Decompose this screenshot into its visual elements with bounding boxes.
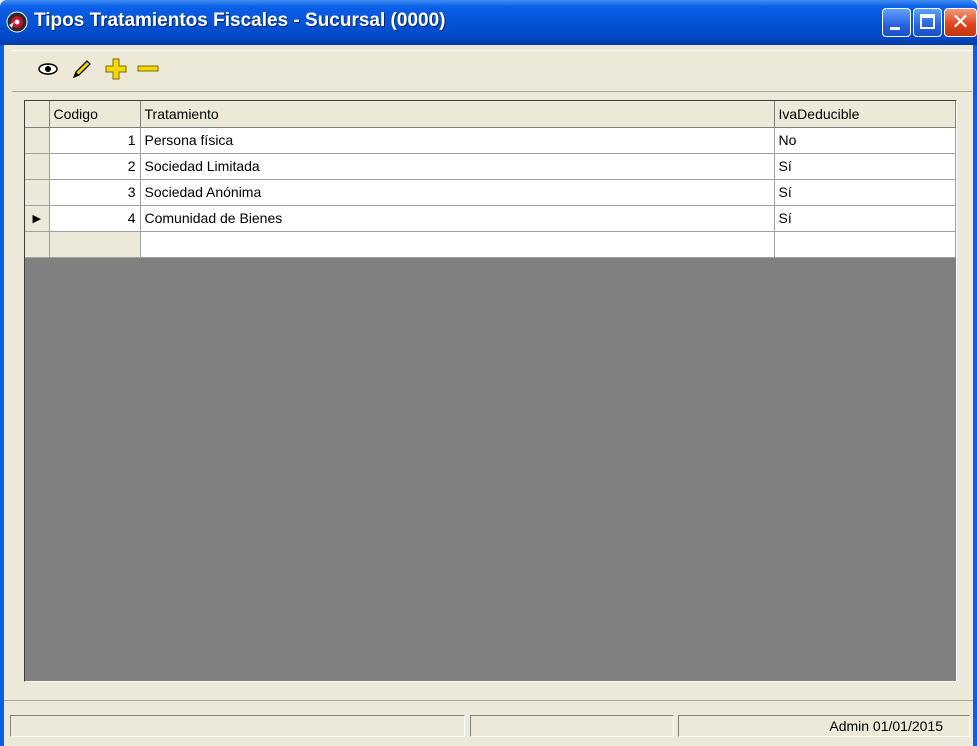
- cell-ivadeducible[interactable]: No: [774, 127, 956, 154]
- main-window: Tipos Tratamientos Fiscales - Sucursal (…: [0, 0, 977, 746]
- window-frame-right: [973, 45, 977, 746]
- close-button[interactable]: ✕: [944, 8, 977, 37]
- status-panel-user-date: Admin 01/01/2015: [678, 715, 970, 737]
- cell-tratamiento[interactable]: Sociedad Anónima: [140, 179, 775, 206]
- current-row-indicator-icon[interactable]: ▶: [25, 205, 50, 232]
- divider: [4, 700, 973, 701]
- maximize-button[interactable]: [913, 8, 942, 37]
- maximize-icon: [920, 14, 935, 29]
- row-indicator[interactable]: [25, 153, 50, 180]
- cell-tratamiento[interactable]: Comunidad de Bienes: [140, 205, 775, 232]
- cell-tratamiento[interactable]: [140, 231, 775, 258]
- window-frame-left: [0, 45, 4, 746]
- row-indicator[interactable]: [25, 127, 50, 154]
- table-row-current[interactable]: ▶ 4 Comunidad de Bienes Sí: [25, 205, 956, 232]
- status-bar: Admin 01/01/2015: [4, 712, 973, 740]
- column-header-tratamiento[interactable]: Tratamiento: [140, 101, 775, 128]
- cell-ivadeducible[interactable]: Sí: [774, 153, 956, 180]
- eye-icon: [38, 63, 58, 75]
- cell-codigo[interactable]: 2: [49, 153, 141, 180]
- close-icon: ✕: [951, 10, 970, 35]
- column-header-ivadeducible[interactable]: IvaDeducible: [774, 101, 956, 128]
- view-button[interactable]: [36, 57, 60, 81]
- cell-codigo[interactable]: 1: [49, 127, 141, 154]
- grid-header-row: Codigo Tratamiento IvaDeducible: [25, 101, 956, 128]
- cell-ivadeducible[interactable]: Sí: [774, 179, 956, 206]
- minus-icon: [137, 65, 159, 72]
- pencil-icon: [72, 60, 91, 79]
- toolbar: [12, 50, 972, 92]
- header-indicator: [25, 101, 50, 128]
- cell-codigo[interactable]: [49, 231, 141, 258]
- status-panel-1: [10, 715, 465, 737]
- delete-button[interactable]: [136, 57, 160, 81]
- table-row[interactable]: 2 Sociedad Limitada Sí: [25, 153, 956, 180]
- minimize-icon: [890, 27, 900, 30]
- app-icon[interactable]: [6, 11, 28, 33]
- cell-tratamiento[interactable]: Sociedad Limitada: [140, 153, 775, 180]
- row-indicator[interactable]: [25, 231, 50, 258]
- edit-button[interactable]: [70, 57, 94, 81]
- minimize-button[interactable]: [882, 8, 911, 37]
- window-title: Tipos Tratamientos Fiscales - Sucursal (…: [34, 10, 446, 31]
- column-header-codigo[interactable]: Codigo: [49, 101, 141, 128]
- cell-codigo[interactable]: 3: [49, 179, 141, 206]
- title-bar[interactable]: Tipos Tratamientos Fiscales - Sucursal (…: [0, 0, 977, 45]
- grid-table: Codigo Tratamiento IvaDeducible 1 Person…: [25, 101, 956, 258]
- row-indicator[interactable]: [25, 179, 50, 206]
- cell-codigo[interactable]: 4: [49, 205, 141, 232]
- table-row-new[interactable]: [25, 231, 956, 258]
- table-row[interactable]: 1 Persona física No: [25, 127, 956, 154]
- cell-ivadeducible[interactable]: [774, 231, 956, 258]
- cell-tratamiento[interactable]: Persona física: [140, 127, 775, 154]
- add-button[interactable]: [104, 57, 128, 81]
- plus-icon: [105, 58, 127, 80]
- data-grid[interactable]: Codigo Tratamiento IvaDeducible 1 Person…: [24, 100, 957, 682]
- table-row[interactable]: 3 Sociedad Anónima Sí: [25, 179, 956, 206]
- cell-ivadeducible[interactable]: Sí: [774, 205, 956, 232]
- status-user-date: Admin 01/01/2015: [829, 718, 943, 734]
- status-panel-2: [470, 715, 674, 737]
